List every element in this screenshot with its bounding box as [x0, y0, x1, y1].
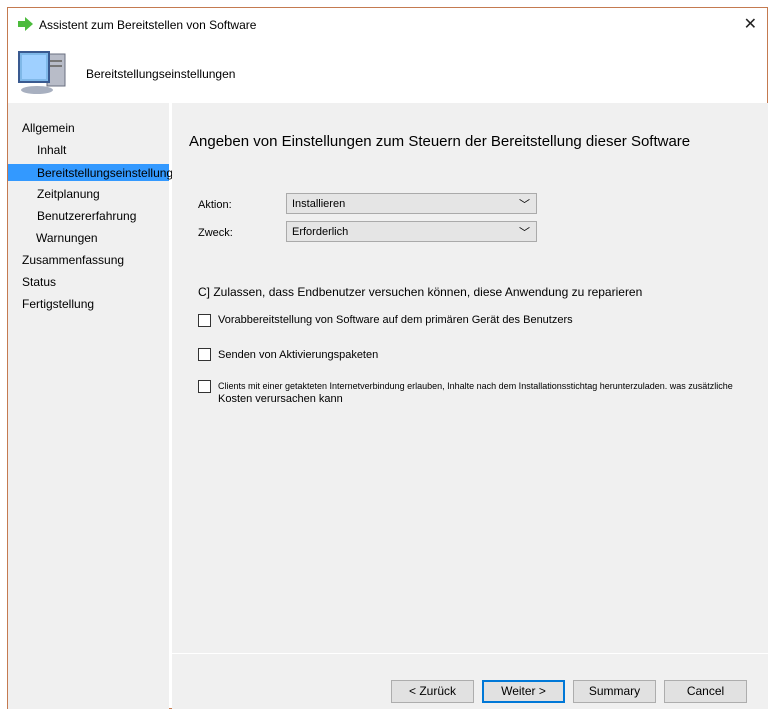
nav-item-inhalt[interactable]: Inhalt	[37, 143, 66, 157]
wizard-header: Bereitstellungseinstellungen	[8, 40, 767, 102]
metered-connection-label-2: Kosten verursachen kann	[218, 393, 343, 405]
nav-item-allgemein[interactable]: Allgemein	[22, 121, 75, 135]
computer-icon	[18, 51, 66, 94]
action-value: Installieren	[292, 198, 346, 210]
close-icon[interactable]: ✕	[744, 14, 757, 34]
cancel-button[interactable]: Cancel	[664, 680, 747, 703]
title-bar: Assistent zum Bereitstellen von Software…	[8, 8, 767, 40]
nav-item-fertigstellung[interactable]: Fertigstellung	[22, 297, 94, 311]
nav-item-status[interactable]: Status	[22, 275, 56, 289]
activation-packages-label: Senden von Aktivierungspaketen	[218, 349, 379, 361]
nav-item-warnungen[interactable]: Warnungen	[36, 231, 98, 245]
metered-connection-label: Clients mit einer getakteten Internetver…	[218, 381, 733, 391]
repair-option[interactable]: C] Zulassen, dass Endbenutzer versuchen …	[198, 285, 642, 299]
nav-item-zeitplanung[interactable]: Zeitplanung	[37, 187, 100, 201]
nav-item-bereitstellungseinstellungen[interactable]: Bereitstellungseinstellungen	[8, 164, 186, 181]
back-button[interactable]: < Zurück	[391, 680, 474, 703]
purpose-label: Zweck:	[198, 227, 233, 239]
wizard-window: Assistent zum Bereitstellen von Software…	[7, 7, 768, 709]
predeploy-checkbox[interactable]	[198, 314, 211, 327]
chevron-down-icon: ﹀	[519, 227, 530, 239]
action-label: Aktion:	[198, 199, 232, 211]
predeploy-label: Vorabbereitstellung von Software auf dem…	[218, 314, 573, 326]
purpose-select[interactable]: Erforderlich ﹀	[286, 221, 537, 242]
window-title: Assistent zum Bereitstellen von Software	[39, 18, 257, 32]
summary-button[interactable]: Summary	[573, 680, 656, 703]
nav-item-benutzererfahrung[interactable]: Benutzererfahrung	[37, 209, 136, 223]
page-header-title: Bereitstellungseinstellungen	[86, 67, 236, 81]
content-panel: Angeben von Einstellungen zum Steuern de…	[172, 103, 768, 709]
footer-divider	[172, 653, 768, 654]
page-heading: Angeben von Einstellungen zum Steuern de…	[189, 133, 691, 150]
metered-connection-checkbox[interactable]	[198, 380, 211, 393]
action-select[interactable]: Installieren ﹀	[286, 193, 537, 214]
next-button[interactable]: Weiter >	[482, 680, 565, 703]
nav-item-zusammenfassung[interactable]: Zusammenfassung	[22, 253, 124, 267]
green-arrow-icon	[18, 17, 33, 31]
purpose-value: Erforderlich	[292, 226, 349, 238]
chevron-down-icon: ﹀	[519, 199, 530, 211]
activation-packages-checkbox[interactable]	[198, 348, 211, 361]
wizard-steps-nav: Allgemein Inhalt Bereitstellungseinstell…	[8, 103, 186, 709]
nav-item-label: Bereitstellungseinstellungen	[37, 166, 187, 180]
